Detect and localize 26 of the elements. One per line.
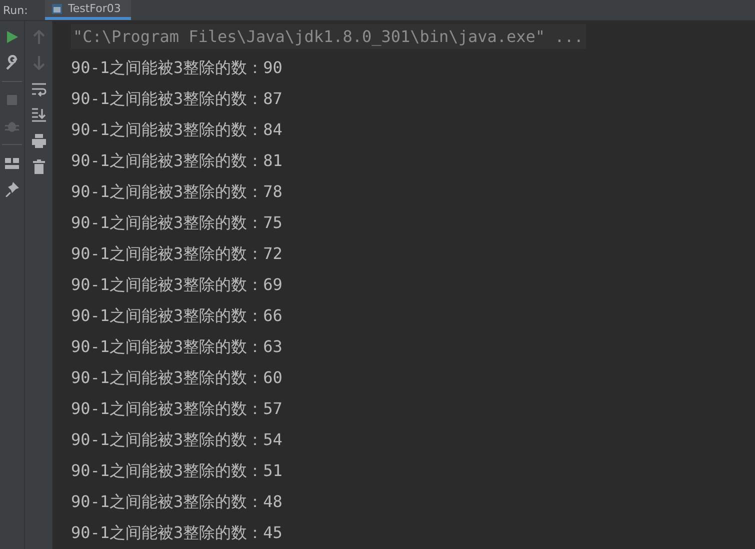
run-label: Run: bbox=[3, 4, 29, 16]
output-line: 90-1之间能被3整除的数：69 bbox=[71, 274, 284, 296]
output-line: 90-1之间能被3整除的数：51 bbox=[71, 460, 284, 482]
output-line: 90-1之间能被3整除的数：45 bbox=[71, 522, 284, 544]
scroll-to-end-icon[interactable] bbox=[30, 107, 46, 123]
output-line: 90-1之间能被3整除的数：66 bbox=[71, 305, 284, 327]
output-line: 90-1之间能被3整除的数：72 bbox=[71, 243, 284, 265]
output-line: 90-1之间能被3整除的数：90 bbox=[71, 57, 284, 79]
output-line: 90-1之间能被3整除的数：63 bbox=[71, 336, 284, 358]
console-icon bbox=[51, 2, 63, 14]
pin-icon[interactable] bbox=[4, 181, 20, 197]
output-line: 90-1之间能被3整除的数：81 bbox=[71, 150, 284, 172]
output-line: 90-1之间能被3整除的数：84 bbox=[71, 119, 284, 141]
run-icon[interactable] bbox=[4, 29, 20, 45]
output-line: 90-1之间能被3整除的数：75 bbox=[71, 212, 284, 234]
print-icon[interactable] bbox=[30, 133, 46, 149]
layout-icon[interactable] bbox=[4, 155, 20, 171]
console-tab[interactable]: TestFor03 bbox=[45, 0, 131, 20]
output-line: 90-1之间能被3整除的数：87 bbox=[71, 88, 284, 110]
trash-icon[interactable] bbox=[30, 159, 46, 175]
output-line: 90-1之间能被3整除的数：78 bbox=[71, 181, 284, 203]
soft-wrap-icon[interactable] bbox=[30, 81, 46, 97]
output-line: 90-1之间能被3整除的数：57 bbox=[71, 398, 284, 420]
output-line: 90-1之间能被3整除的数：48 bbox=[71, 491, 284, 513]
output-line: 90-1之间能被3整除的数：60 bbox=[71, 367, 284, 389]
output-line: 90-1之间能被3整除的数：54 bbox=[71, 429, 284, 451]
